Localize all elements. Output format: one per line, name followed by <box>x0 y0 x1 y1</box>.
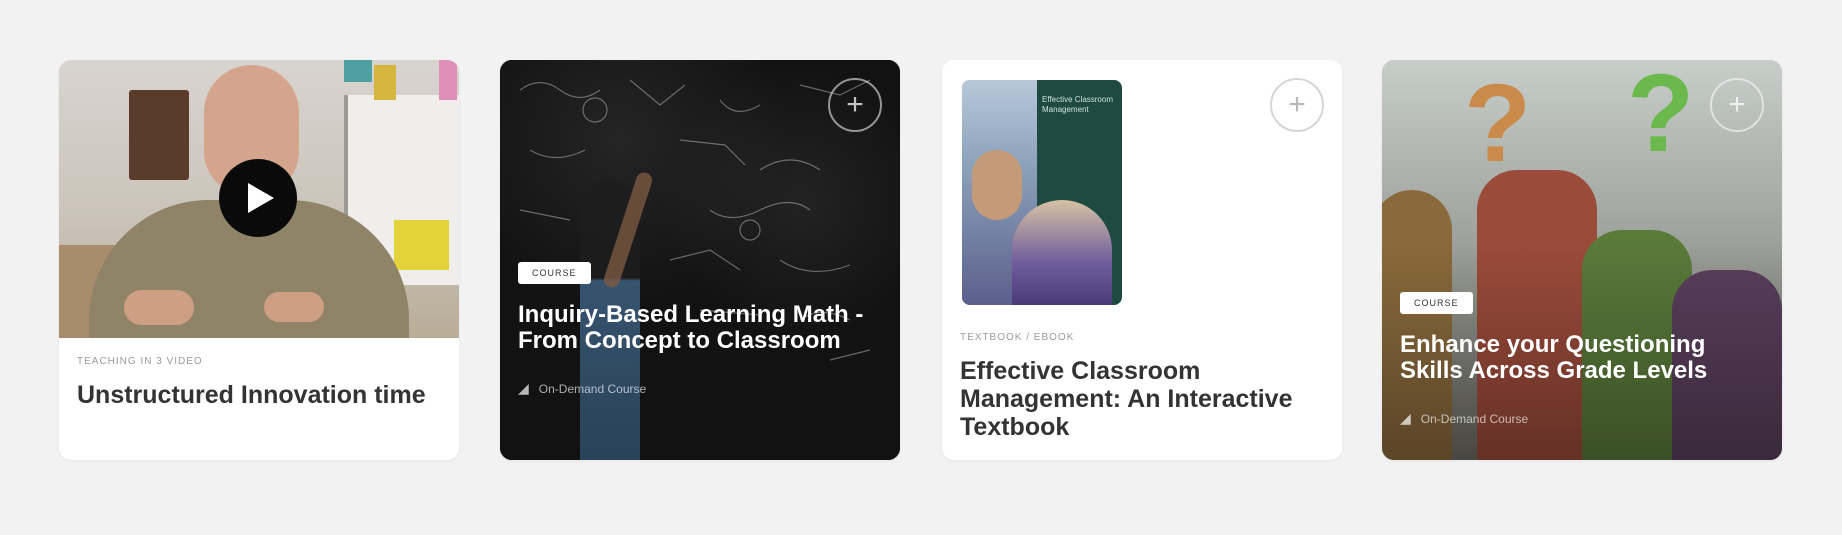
course-icon: ◢ <box>1400 410 1411 426</box>
play-icon <box>247 183 274 213</box>
book-cover-title: Effective Classroom Management <box>1042 95 1113 114</box>
card-course-questioning-skills[interactable]: ? ? + Course Enhance your Questioning Sk… <box>1382 60 1782 460</box>
book-cover-detail <box>1012 200 1112 305</box>
card-eyebrow: Textbook / eBook <box>960 332 1075 343</box>
card-meta-text: On-Demand Course <box>538 381 647 396</box>
plus-icon: + <box>1728 88 1746 121</box>
book-cover-image[interactable]: Effective Classroom Management <box>962 80 1122 305</box>
card-tag: Course <box>1400 292 1473 314</box>
add-to-list-button[interactable]: + <box>1710 78 1764 132</box>
card-tag: Course <box>518 262 591 284</box>
card-meta: ◢ On-Demand Course <box>518 380 882 397</box>
card-meta: ◢ On-Demand Course <box>1400 410 1764 427</box>
thumbnail-detail <box>439 60 457 100</box>
plus-icon: + <box>846 88 864 121</box>
plus-icon: + <box>1288 88 1306 121</box>
thumbnail-detail <box>394 220 449 270</box>
thumbnail-detail <box>374 65 396 100</box>
card-title[interactable]: Effective Classroom Management: An Inter… <box>960 357 1324 441</box>
course-icon: ◢ <box>518 380 529 396</box>
book-cover-detail <box>972 150 1022 220</box>
card-eyebrow: Teaching in 3 Video <box>77 356 203 367</box>
thumbnail-detail <box>129 90 189 180</box>
play-button[interactable] <box>219 159 297 237</box>
thumbnail-detail <box>344 60 372 82</box>
add-to-list-button[interactable]: + <box>828 78 882 132</box>
add-to-list-button[interactable]: + <box>1270 78 1324 132</box>
card-course-inquiry-based-learning[interactable]: + Course Inquiry-Based Learning Math - F… <box>500 60 900 460</box>
thumbnail-detail <box>264 292 324 322</box>
card-textbook-classroom-management[interactable]: Effective Classroom Management + Textboo… <box>942 60 1342 460</box>
thumbnail-detail <box>124 290 194 325</box>
card-meta-text: On-Demand Course <box>1420 411 1529 426</box>
card-video-unstructured-innovation[interactable]: Teaching in 3 Video Unstructured Innovat… <box>59 60 459 460</box>
video-thumbnail[interactable] <box>59 60 459 338</box>
card-title[interactable]: Unstructured Innovation time <box>77 381 441 409</box>
card-title[interactable]: Inquiry-Based Learning Math - From Conce… <box>518 302 882 354</box>
card-title[interactable]: Enhance your Questioning Skills Across G… <box>1400 332 1764 384</box>
